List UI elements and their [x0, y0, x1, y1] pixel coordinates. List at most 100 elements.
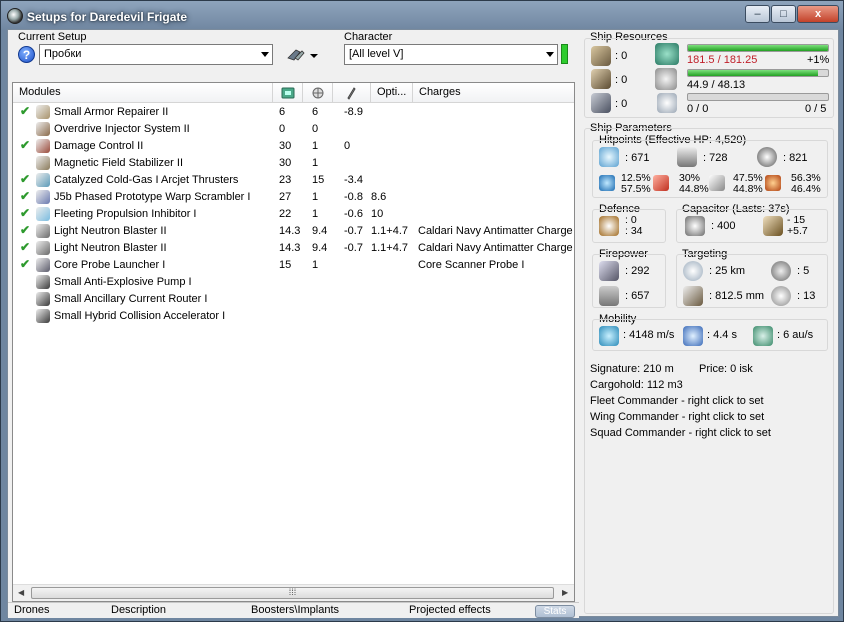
volley-icon [599, 286, 619, 306]
tab-projected-effects[interactable]: Projected effects [409, 604, 491, 616]
table-row[interactable]: ✔ Light Neutron Blaster II 14.3 9.4 -0.7 1.1+… [13, 223, 574, 240]
module-power: 15 [312, 174, 325, 186]
table-row[interactable]: ✔ Catalyzed Cold-Gas I Arcjet Thrusters 23… [13, 172, 574, 189]
scroll-thumb[interactable]: ⁞⁞⁞ [31, 587, 554, 599]
cpu-icon [281, 87, 295, 99]
horizontal-scrollbar[interactable]: ◀ ⁞⁞⁞ ▶ [13, 584, 574, 601]
rig-icon [36, 309, 50, 323]
power-usage: 44.9 / 48.13 [687, 79, 746, 91]
cpu-bar [687, 44, 829, 52]
table-row[interactable]: ✔ J5b Phased Prototype Warp Scrambler I 27… [13, 189, 574, 206]
table-row[interactable]: ✔ Fleeting Propulsion Inhibitor I 22 1 -0.6 1… [13, 206, 574, 223]
setup-select[interactable]: Пробки [39, 44, 273, 65]
active-check-icon[interactable]: ✔ [20, 257, 30, 271]
damage-control-icon [36, 139, 50, 153]
active-check-icon[interactable]: ✔ [20, 189, 30, 203]
tab-boosters-implants[interactable]: Boosters\Implants [251, 604, 339, 616]
column-header-charges[interactable]: Charges [413, 83, 574, 103]
module-name: Small Anti-Explosive Pump I [54, 276, 192, 288]
table-row[interactable]: ✔ Light Neutron Blaster II 14.3 9.4 -0.7 1.1+… [13, 240, 574, 257]
module-cpu: 6 [279, 106, 286, 118]
setup-actions-button[interactable] [286, 46, 320, 64]
launcher-slots: : 0 [615, 74, 628, 86]
column-header-optimal[interactable]: Opti... [371, 83, 413, 103]
hitpoints-group: : 671 : 728 : 821 12.5% 57.5% 30% 44.8% 47… [592, 140, 828, 198]
explosive-resist-icon [765, 175, 781, 191]
dps-icon [599, 261, 619, 281]
active-check-icon[interactable]: ✔ [20, 172, 30, 186]
active-check-icon[interactable]: ✔ [20, 206, 30, 220]
hull-icon [757, 147, 777, 167]
module-capacitor: -0.6 [344, 208, 363, 220]
table-row[interactable]: ✔ Damage Control II 30 1 0 [13, 138, 574, 155]
module-charge: Caldari Navy Antimatter Charge S [418, 242, 574, 254]
resist-armor: 30% 44.8% [679, 172, 709, 195]
module-cpu: 14.3 [279, 242, 301, 254]
rig-icon [36, 275, 50, 289]
table-row[interactable]: ✔ Small Armor Repairer II 6 6 -8.9 [13, 104, 574, 121]
module-cpu: 30 [279, 140, 292, 152]
module-capacitor: -0.7 [344, 225, 363, 237]
defence-group: : 0: 34 [592, 209, 666, 243]
wing-commander-slot[interactable]: Wing Commander - right click to set [590, 411, 764, 423]
magnetic-stabilizer-icon [36, 156, 50, 170]
title-bar[interactable]: Setups for Daredevil Frigate – □ x [1, 1, 844, 31]
column-header-power[interactable] [303, 83, 333, 103]
table-row[interactable]: Small Ancillary Current Router I [13, 291, 574, 308]
armor-icon [677, 147, 697, 167]
modules-list[interactable]: Modules Opti... Charges ✔ Small Armor Rep… [12, 82, 575, 602]
warp-speed-icon [753, 326, 773, 346]
module-cpu: 15 [279, 259, 292, 271]
table-row[interactable]: ✔ Core Probe Launcher I 15 1 Core Scanner Pr… [13, 257, 574, 274]
table-row[interactable]: Small Anti-Explosive Pump I [13, 274, 574, 291]
powergrid-icon [312, 87, 324, 99]
current-setup-label: Current Setup [18, 31, 87, 43]
help-icon[interactable]: ? [18, 46, 35, 63]
active-check-icon[interactable]: ✔ [20, 104, 30, 118]
active-check-icon[interactable]: ✔ [20, 223, 30, 237]
module-charge: Caldari Navy Antimatter Charge S [418, 225, 574, 237]
table-row[interactable]: Magnetic Field Stabilizer II 30 1 [13, 155, 574, 172]
module-name: Small Armor Repairer II [54, 106, 169, 118]
window-title: Setups for Daredevil Frigate [27, 10, 188, 24]
tab-drones[interactable]: Drones [14, 604, 49, 616]
powergrid-icon [655, 68, 677, 90]
scroll-left-icon[interactable]: ◀ [18, 588, 24, 597]
setup-select-value: Пробки [44, 48, 82, 60]
afterburner-icon [36, 173, 50, 187]
fleet-commander-slot[interactable]: Fleet Commander - right click to set [590, 395, 764, 407]
cpu-bar-fill [688, 45, 828, 51]
module-cpu: 14.3 [279, 225, 301, 237]
tab-stats[interactable]: Stats [535, 605, 575, 618]
column-header-cpu[interactable] [273, 83, 303, 103]
table-row[interactable]: Small Hybrid Collision Accelerator I [13, 308, 574, 325]
targeting-range-icon [683, 261, 703, 281]
module-optimal: 1.1+4.7 [371, 225, 409, 237]
character-select[interactable]: [All level V] [344, 44, 558, 65]
capacitor-delta: - 15 +5.7 [787, 214, 808, 237]
column-header-capacitor[interactable] [333, 83, 371, 103]
active-check-icon[interactable]: ✔ [20, 138, 30, 152]
close-button[interactable]: x [797, 5, 839, 23]
hull-hp: : 821 [783, 152, 808, 164]
module-name: Catalyzed Cold-Gas I Arcjet Thrusters [54, 174, 239, 186]
cpu-icon [655, 43, 679, 65]
module-name: Light Neutron Blaster II [54, 225, 167, 237]
minimize-button[interactable]: – [745, 5, 770, 23]
em-resist-icon [599, 175, 615, 191]
module-cpu: 0 [279, 123, 286, 135]
column-header-modules[interactable]: Modules [13, 83, 273, 103]
squad-commander-slot[interactable]: Squad Commander - right click to set [590, 427, 771, 439]
launcher-hardpoint-icon [591, 69, 611, 89]
table-row[interactable]: Overdrive Injector System II 0 0 [13, 121, 574, 138]
power-bar [687, 69, 829, 77]
resist-structure: 47.5% 44.8% [733, 172, 763, 195]
active-check-icon[interactable]: ✔ [20, 240, 30, 254]
module-charge: Core Scanner Probe I [418, 259, 525, 271]
rig-icon [36, 292, 50, 306]
scroll-right-icon[interactable]: ▶ [562, 588, 568, 597]
tab-description[interactable]: Description [111, 604, 166, 616]
module-power: 6 [312, 106, 319, 118]
maximize-button[interactable]: □ [771, 5, 796, 23]
targeting-group: : 25 km : 5 : 812.5 mm : 13 [676, 254, 828, 308]
